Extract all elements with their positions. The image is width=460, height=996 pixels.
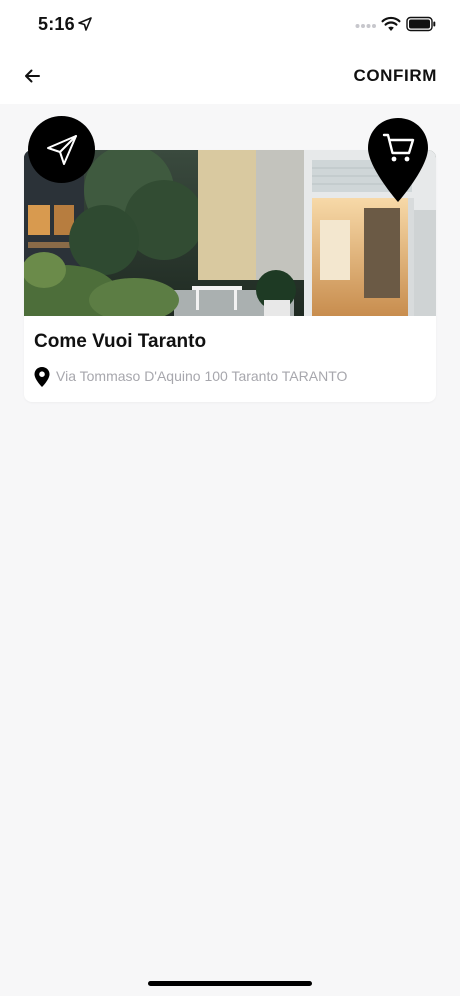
send-button[interactable] bbox=[28, 116, 95, 183]
store-address: Via Tommaso D'Aquino 100 Taranto TARANTO bbox=[56, 368, 348, 384]
store-name: Come Vuoi Taranto bbox=[34, 331, 207, 352]
cellular-signal-icon bbox=[355, 24, 376, 28]
location-pin-icon bbox=[34, 367, 50, 387]
status-bar: 5:16 bbox=[0, 0, 460, 50]
back-button[interactable] bbox=[20, 64, 44, 88]
wifi-icon bbox=[381, 16, 401, 31]
navigation-header: CONFIRM bbox=[0, 50, 460, 104]
paper-plane-icon bbox=[46, 134, 77, 165]
back-arrow-icon bbox=[25, 69, 40, 83]
cart-pin-button[interactable] bbox=[366, 116, 430, 204]
location-arrow-icon bbox=[78, 17, 92, 31]
screen: 5:16 CONFIRM Come Vuoi Taranto Via Tomma… bbox=[0, 0, 460, 996]
confirm-button[interactable]: CONFIRM bbox=[353, 66, 437, 86]
status-time: 5:16 bbox=[38, 14, 75, 34]
home-indicator[interactable] bbox=[148, 981, 312, 986]
battery-icon bbox=[406, 16, 436, 32]
